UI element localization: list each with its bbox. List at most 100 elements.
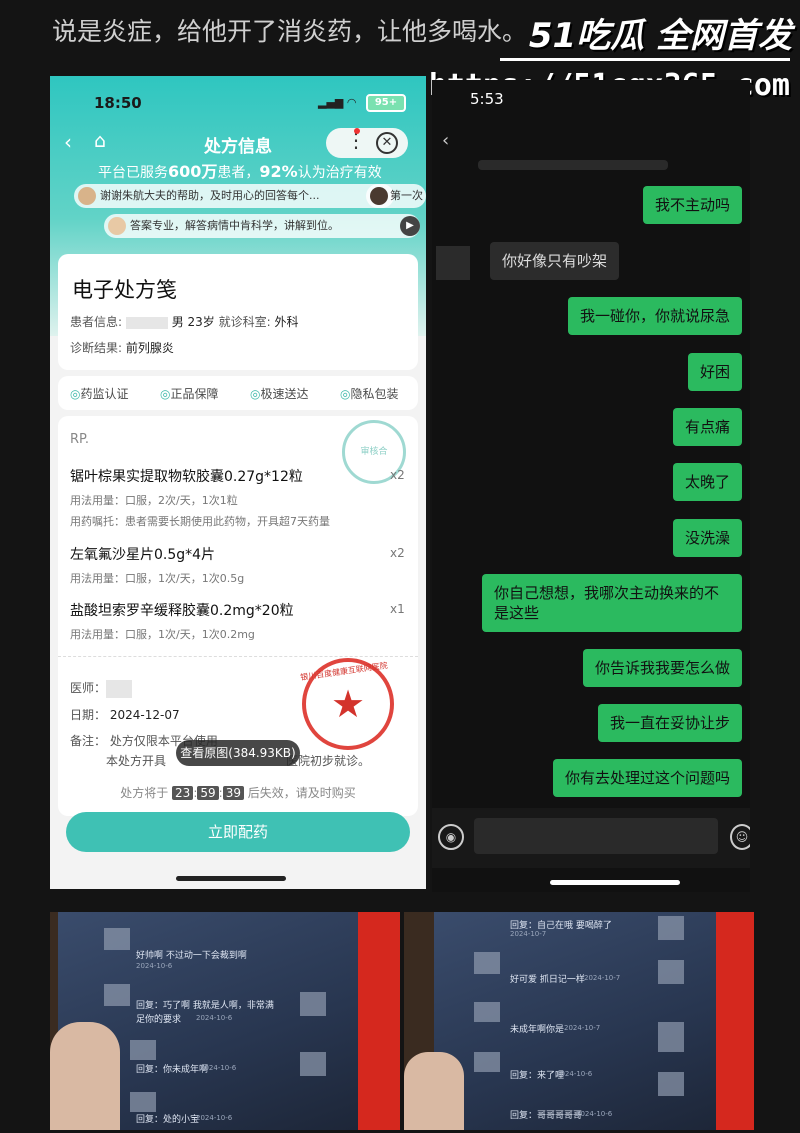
blurred-thumbnail [300,1052,326,1076]
drug-name: 左氧氟沙星片0.5g*4片 [70,547,216,563]
blurred-thumbnail [658,1022,684,1052]
comment-text: 回复：你未成年啊 [136,1065,209,1075]
drug-name: 锯叶棕果实提取物软胶囊0.27g*12粒 [70,469,303,485]
voice-icon[interactable]: ◉ [438,824,464,850]
avatar [436,246,470,280]
blurred-avatar [130,1040,156,1060]
chat-bubble-sent: 太晚了 [672,463,742,501]
drug-usage: 用法用量：口服，2次/天，1次1粒 [70,494,238,507]
date-info: 日期： 2024-12-07 [70,708,180,722]
photo-phone-comments-left: 好帅啊 不过动一下会裁到啊 2024-10-6 回复：巧了啊 我就是人啊，非常满… [50,912,400,1130]
drug-qty: x1 [390,602,405,616]
diagnosis-info: 诊断结果: 前列腺炎 [70,341,174,355]
prescription-screenshot: 18:50 ▂▄▆ ◠ 95+ ‹ ⌂ 处方信息 ⋮ ✕ 平台已服务600万患者… [50,76,426,889]
review-ticker-2: 第一次 [366,184,426,208]
drug-usage: 用法用量：口服，1次/天，1次0.5g [70,572,245,585]
comment-date: 2024-10-6 [196,1114,233,1122]
avatar [370,187,388,205]
blurred-thumbnail [658,1072,684,1096]
badge-certified: ◎药监认证 [70,387,129,401]
post-caption: 说是炎症，给他开了消炎药，让他多喝水。 [52,17,528,46]
chat-bubble-sent: 有点痛 [672,408,742,446]
chat-bubble-sent: 你有去处理过这个问题吗 [552,759,742,797]
shield-icon: ◎ [340,387,351,401]
chat-bubble-sent: 我一直在妥协让步 [597,704,742,742]
review-ticker-1: 谢谢朱航大夫的帮助，及时用心的回答每个... [74,184,394,208]
emoji-icon[interactable]: ☺ [730,824,750,850]
watermark-divider [500,58,790,61]
comment-text: 好帅啊 不过动一下会裁到啊 [136,951,247,961]
prescription-title: 电子处方笺 [72,278,177,302]
chat-bubble-sent: 没洗澡 [672,519,742,557]
comment-date: 2024-10-6 [196,1014,233,1022]
blurred-avatar [474,1002,500,1022]
home-indicator [550,880,680,885]
hand [50,1022,120,1130]
redacted-contact-name [478,160,668,170]
chat-bubble-sent: 我一碰你，你就说尿急 [567,297,742,335]
red-background [710,912,754,1130]
blurred-thumbnail [300,992,326,1016]
star-icon: ★ [330,682,366,726]
battery-icon: 95+ [366,94,406,112]
home-indicator [176,876,286,881]
badge-privacy: ◎隐私包装 [340,387,399,401]
chat-bubble-sent: 你自己想想，我哪次主动换来的不 是这些 [482,574,742,632]
shield-icon: ◎ [250,387,261,401]
comment-text: 未成年啊你是 [510,1025,565,1035]
status-time: 18:50 [94,94,142,112]
chat-bubble-sent: 好困 [687,353,742,391]
badge-genuine: ◎正品保障 [160,387,219,401]
chat-bubble-sent: 你告诉我我要怎么做 [582,649,742,687]
review-ticker-3: 答案专业，解答病情中肯科学，讲解到位。 [104,214,420,238]
watermark-brand: 51吃瓜 全网首发 [528,16,792,56]
blurred-avatar [104,928,130,950]
comment-text: 回复：巧了啊 我就是人啊，非常满 [136,1001,274,1011]
blurred-thumbnail [658,960,684,984]
comment-date: 2024-10-6 [576,1110,613,1118]
avatar [78,187,96,205]
comment-date: 2024-10-7 [584,974,621,982]
back-icon[interactable]: ‹ [442,130,449,151]
redacted-signature [106,679,133,698]
rp-label: RP. [70,432,89,447]
blurred-avatar [104,984,130,1006]
comment-text: 足你的要求 [136,1015,182,1025]
comment-date: 2024-10-6 [200,1064,237,1072]
drug-usage: 用法用量：口服，1次/天，1次0.2mg [70,628,255,641]
message-input[interactable] [474,818,718,854]
close-icon[interactable]: ✕ [376,132,398,154]
signal-icon: ▂▄▆ ◠ [318,96,357,109]
blurred-avatar [474,952,500,974]
notification-dot [354,128,360,134]
badge-fast: ◎极速送达 [250,387,309,401]
hand [404,1052,464,1130]
blurred-avatar [130,1092,156,1112]
chat-bubble-received: 你好像只有吵架 [490,242,620,280]
shield-icon: ◎ [160,387,171,401]
comment-text: 好可爱 抓日记一样 [510,975,585,985]
comment-date: 2024-10-6 [556,1070,593,1078]
comment-date: 2024-10-6 [136,962,173,970]
view-original-button[interactable]: 查看原图(384.93KB) [176,740,300,766]
photo-phone-comments-right: 回复：自己在哦 要喝醉了 2024-10-7 好可爱 抓日记一样 2024-10… [404,912,754,1130]
comment-text: 回复：处的小宝 [136,1115,200,1125]
drug-qty: x2 [390,546,405,560]
avatar [108,217,126,235]
drug-note: 用药嘱托：患者需要长期使用此药物，开具超7天药量 [70,515,330,528]
blurred-avatar [474,1052,500,1072]
divider [58,656,418,657]
drug-qty: x2 [390,468,405,482]
service-stats: 平台已服务600万患者，92%认为治疗有效 [98,162,382,181]
order-medicine-button[interactable]: 立即配药 [66,812,410,852]
drug-name: 盐酸坦索罗辛缓释胶囊0.2mg*20粒 [70,603,294,619]
expiry-timer: 处方将于 23:59:39 后失效，请及时购买 [120,786,356,800]
blurred-thumbnail [658,916,684,940]
redacted-name [125,316,168,329]
patient-info: 患者信息: 男 23岁 就诊科室: 外科 [70,315,299,329]
shield-icon: ◎ [70,387,81,401]
play-icon[interactable]: ▶ [400,216,420,236]
chat-bubble-sent: 我不主动吗 [642,186,742,224]
status-time: 5:53 [470,90,504,108]
doctor-info: 医师： [70,679,133,698]
